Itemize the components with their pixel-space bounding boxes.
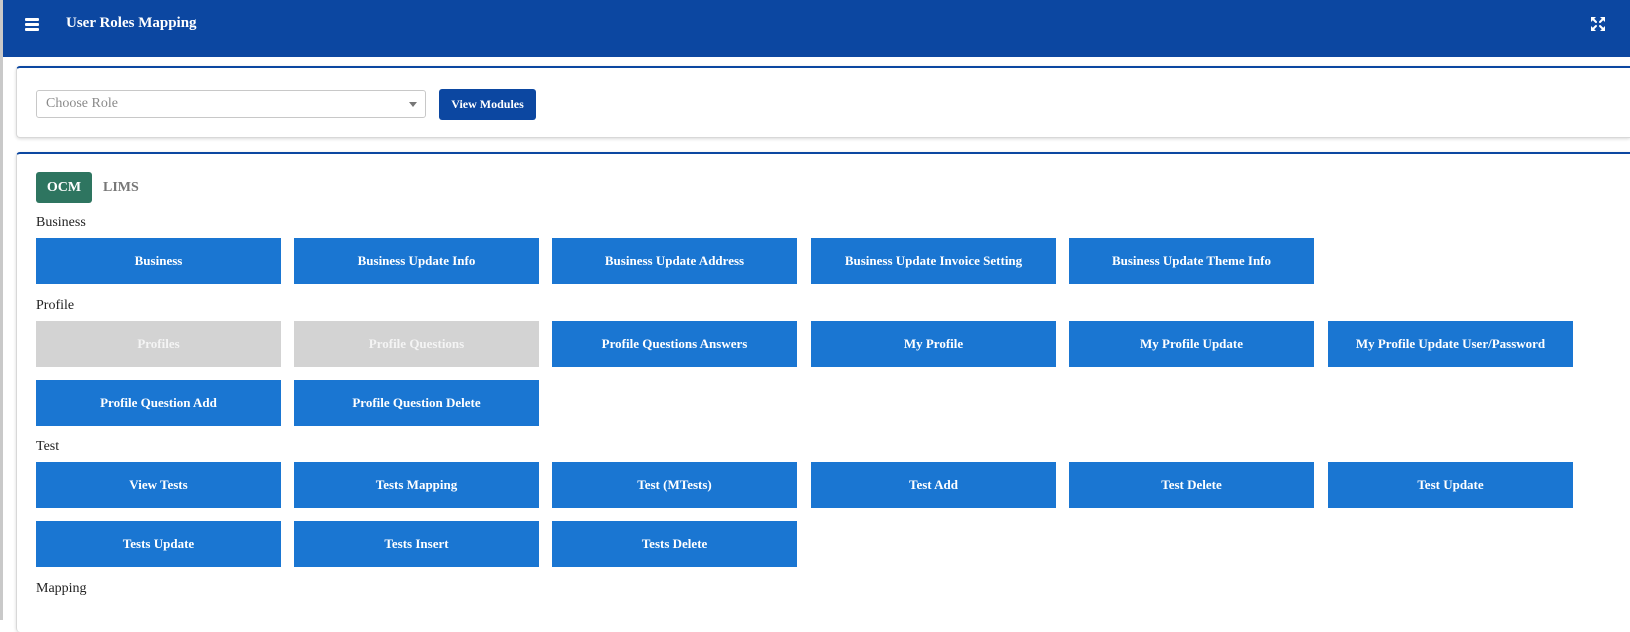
section-title-mapping: Mapping: [36, 581, 87, 596]
role-select-placeholder: Choose Role: [46, 96, 118, 111]
module-button-my-profile[interactable]: My Profile: [811, 321, 1056, 367]
role-filter-card: Choose Role View Modules: [16, 66, 1630, 138]
section-title-business: Business: [36, 215, 86, 230]
module-button-profile-question-add[interactable]: Profile Question Add: [36, 380, 281, 426]
section-title-test: Test: [36, 439, 60, 454]
module-button-profile-questions: Profile Questions: [294, 321, 539, 367]
module-button-business-update-address[interactable]: Business Update Address: [552, 238, 797, 284]
module-button-view-tests[interactable]: View Tests: [36, 462, 281, 508]
modules-card: OCM LIMS Business Business Business Upda…: [16, 152, 1630, 632]
tab-ocm[interactable]: OCM: [36, 172, 92, 203]
module-button-tests-delete[interactable]: Tests Delete: [552, 521, 797, 567]
module-button-tests-update[interactable]: Tests Update: [36, 521, 281, 567]
module-button-test-delete[interactable]: Test Delete: [1069, 462, 1314, 508]
section-title-profile: Profile: [36, 298, 75, 313]
chevron-down-icon: [409, 102, 417, 107]
module-button-business-update-invoice-setting[interactable]: Business Update Invoice Setting: [811, 238, 1056, 284]
module-button-tests-insert[interactable]: Tests Insert: [294, 521, 539, 567]
expand-arrows-icon[interactable]: [1589, 15, 1607, 33]
module-button-business-update-theme-info[interactable]: Business Update Theme Info: [1069, 238, 1314, 284]
module-button-profile-question-delete[interactable]: Profile Question Delete: [294, 380, 539, 426]
hamburger-menu-icon[interactable]: [25, 15, 47, 35]
module-button-business-update-info[interactable]: Business Update Info: [294, 238, 539, 284]
module-button-profile-questions-answers[interactable]: Profile Questions Answers: [552, 321, 797, 367]
module-button-profiles: Profiles: [36, 321, 281, 367]
top-app-bar: User Roles Mapping: [3, 0, 1630, 57]
module-button-my-profile-update-user-password[interactable]: My Profile Update User/Password: [1328, 321, 1573, 367]
module-button-business[interactable]: Business: [36, 238, 281, 284]
module-button-test-mtests[interactable]: Test (MTests): [552, 462, 797, 508]
module-button-tests-mapping[interactable]: Tests Mapping: [294, 462, 539, 508]
module-button-my-profile-update[interactable]: My Profile Update: [1069, 321, 1314, 367]
page-title: User Roles Mapping: [66, 15, 197, 31]
tab-lims[interactable]: LIMS: [103, 172, 139, 203]
view-modules-button[interactable]: View Modules: [439, 89, 536, 120]
module-button-test-update[interactable]: Test Update: [1328, 462, 1573, 508]
role-select[interactable]: Choose Role: [36, 90, 426, 118]
module-button-test-add[interactable]: Test Add: [811, 462, 1056, 508]
left-edge-divider: [0, 0, 3, 620]
